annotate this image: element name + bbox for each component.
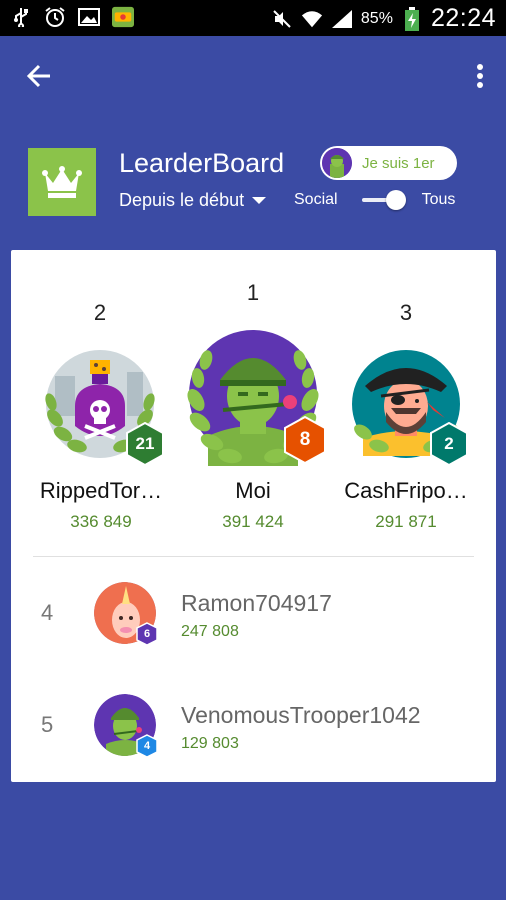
list-player-score: 247 808 [181,623,239,640]
jump-to-me-label: Je suis 1er [362,154,435,172]
leaderboard-card: 2 21 RippedTor… 336 849 1 8 Moi 391 424 … [11,250,496,782]
avatar [322,148,352,178]
chevron-down-icon [252,197,267,204]
level-number: 8 [299,429,311,450]
level-number: 21 [135,434,155,453]
leaderboard-logo [28,148,96,216]
battery-percent: 85% [360,9,393,27]
divider [33,556,474,557]
jump-to-me-button[interactable]: Je suis 1er [320,146,457,180]
podium: 2 21 RippedTor… 336 849 1 8 Moi 391 424 … [11,250,496,540]
page-title: LearderBoard [119,148,285,178]
podium-rank-1: 1 [246,280,260,305]
crown-icon [42,166,82,198]
podium-name-3: CashFripo… [344,478,468,503]
back-button[interactable] [22,58,58,94]
toggle-label-social: Social [294,191,338,208]
social-toggle-row: Social Tous [294,190,455,210]
podium-rank-2: 2 [93,300,107,325]
period-label: Depuis le début [119,190,245,210]
level-badge: 4 [136,734,158,758]
toggle-label-all: Tous [421,191,456,208]
level-badge: 2 [429,422,469,466]
list-rank: 5 [41,712,54,737]
podium-name-1: Moi [235,478,271,503]
image-icon [78,6,100,28]
level-number: 2 [444,434,454,453]
period-dropdown[interactable]: Depuis le début [119,190,267,211]
more-vert-icon [477,64,483,88]
social-all-toggle[interactable] [361,190,410,210]
battery-icon [401,6,423,31]
podium-rank-3: 3 [399,300,413,325]
list-rank: 4 [41,600,54,625]
mute-icon [271,8,293,30]
signal-icon [331,8,353,30]
list-item[interactable]: 4 6 Ramon704917 247 808 [11,570,496,670]
podium-score-2: 336 849 [70,512,132,531]
more-options-button[interactable] [468,58,492,94]
leaderboard-header: LearderBoard Depuis le début Je suis 1er… [0,116,506,250]
level-number: 6 [143,628,151,640]
list-player-name: Ramon704917 [181,590,332,616]
level-number: 4 [143,740,151,752]
usb-icon [10,6,32,28]
clock: 22:24 [430,4,496,32]
wifi-icon [301,8,323,30]
level-badge: 21 [125,422,165,466]
podium-score-1: 391 424 [222,512,284,531]
arrow-back-icon [26,64,50,88]
podium-name-2: RippedTor… [39,478,163,503]
status-bar: 85% 22:24 [0,0,506,36]
list-player-score: 129 803 [181,735,239,752]
list-item[interactable]: 5 4 VenomousTrooper1042 129 803 [11,682,496,782]
app-icon [112,6,134,28]
level-badge: 6 [136,622,158,646]
app-bar [0,36,506,116]
podium-score-3: 291 871 [375,512,437,531]
level-badge: 8 [283,416,327,464]
toggle-knob [385,190,406,210]
status-notifications [10,6,134,28]
alarm-icon [44,6,66,28]
list-player-name: VenomousTrooper1042 [181,702,421,728]
